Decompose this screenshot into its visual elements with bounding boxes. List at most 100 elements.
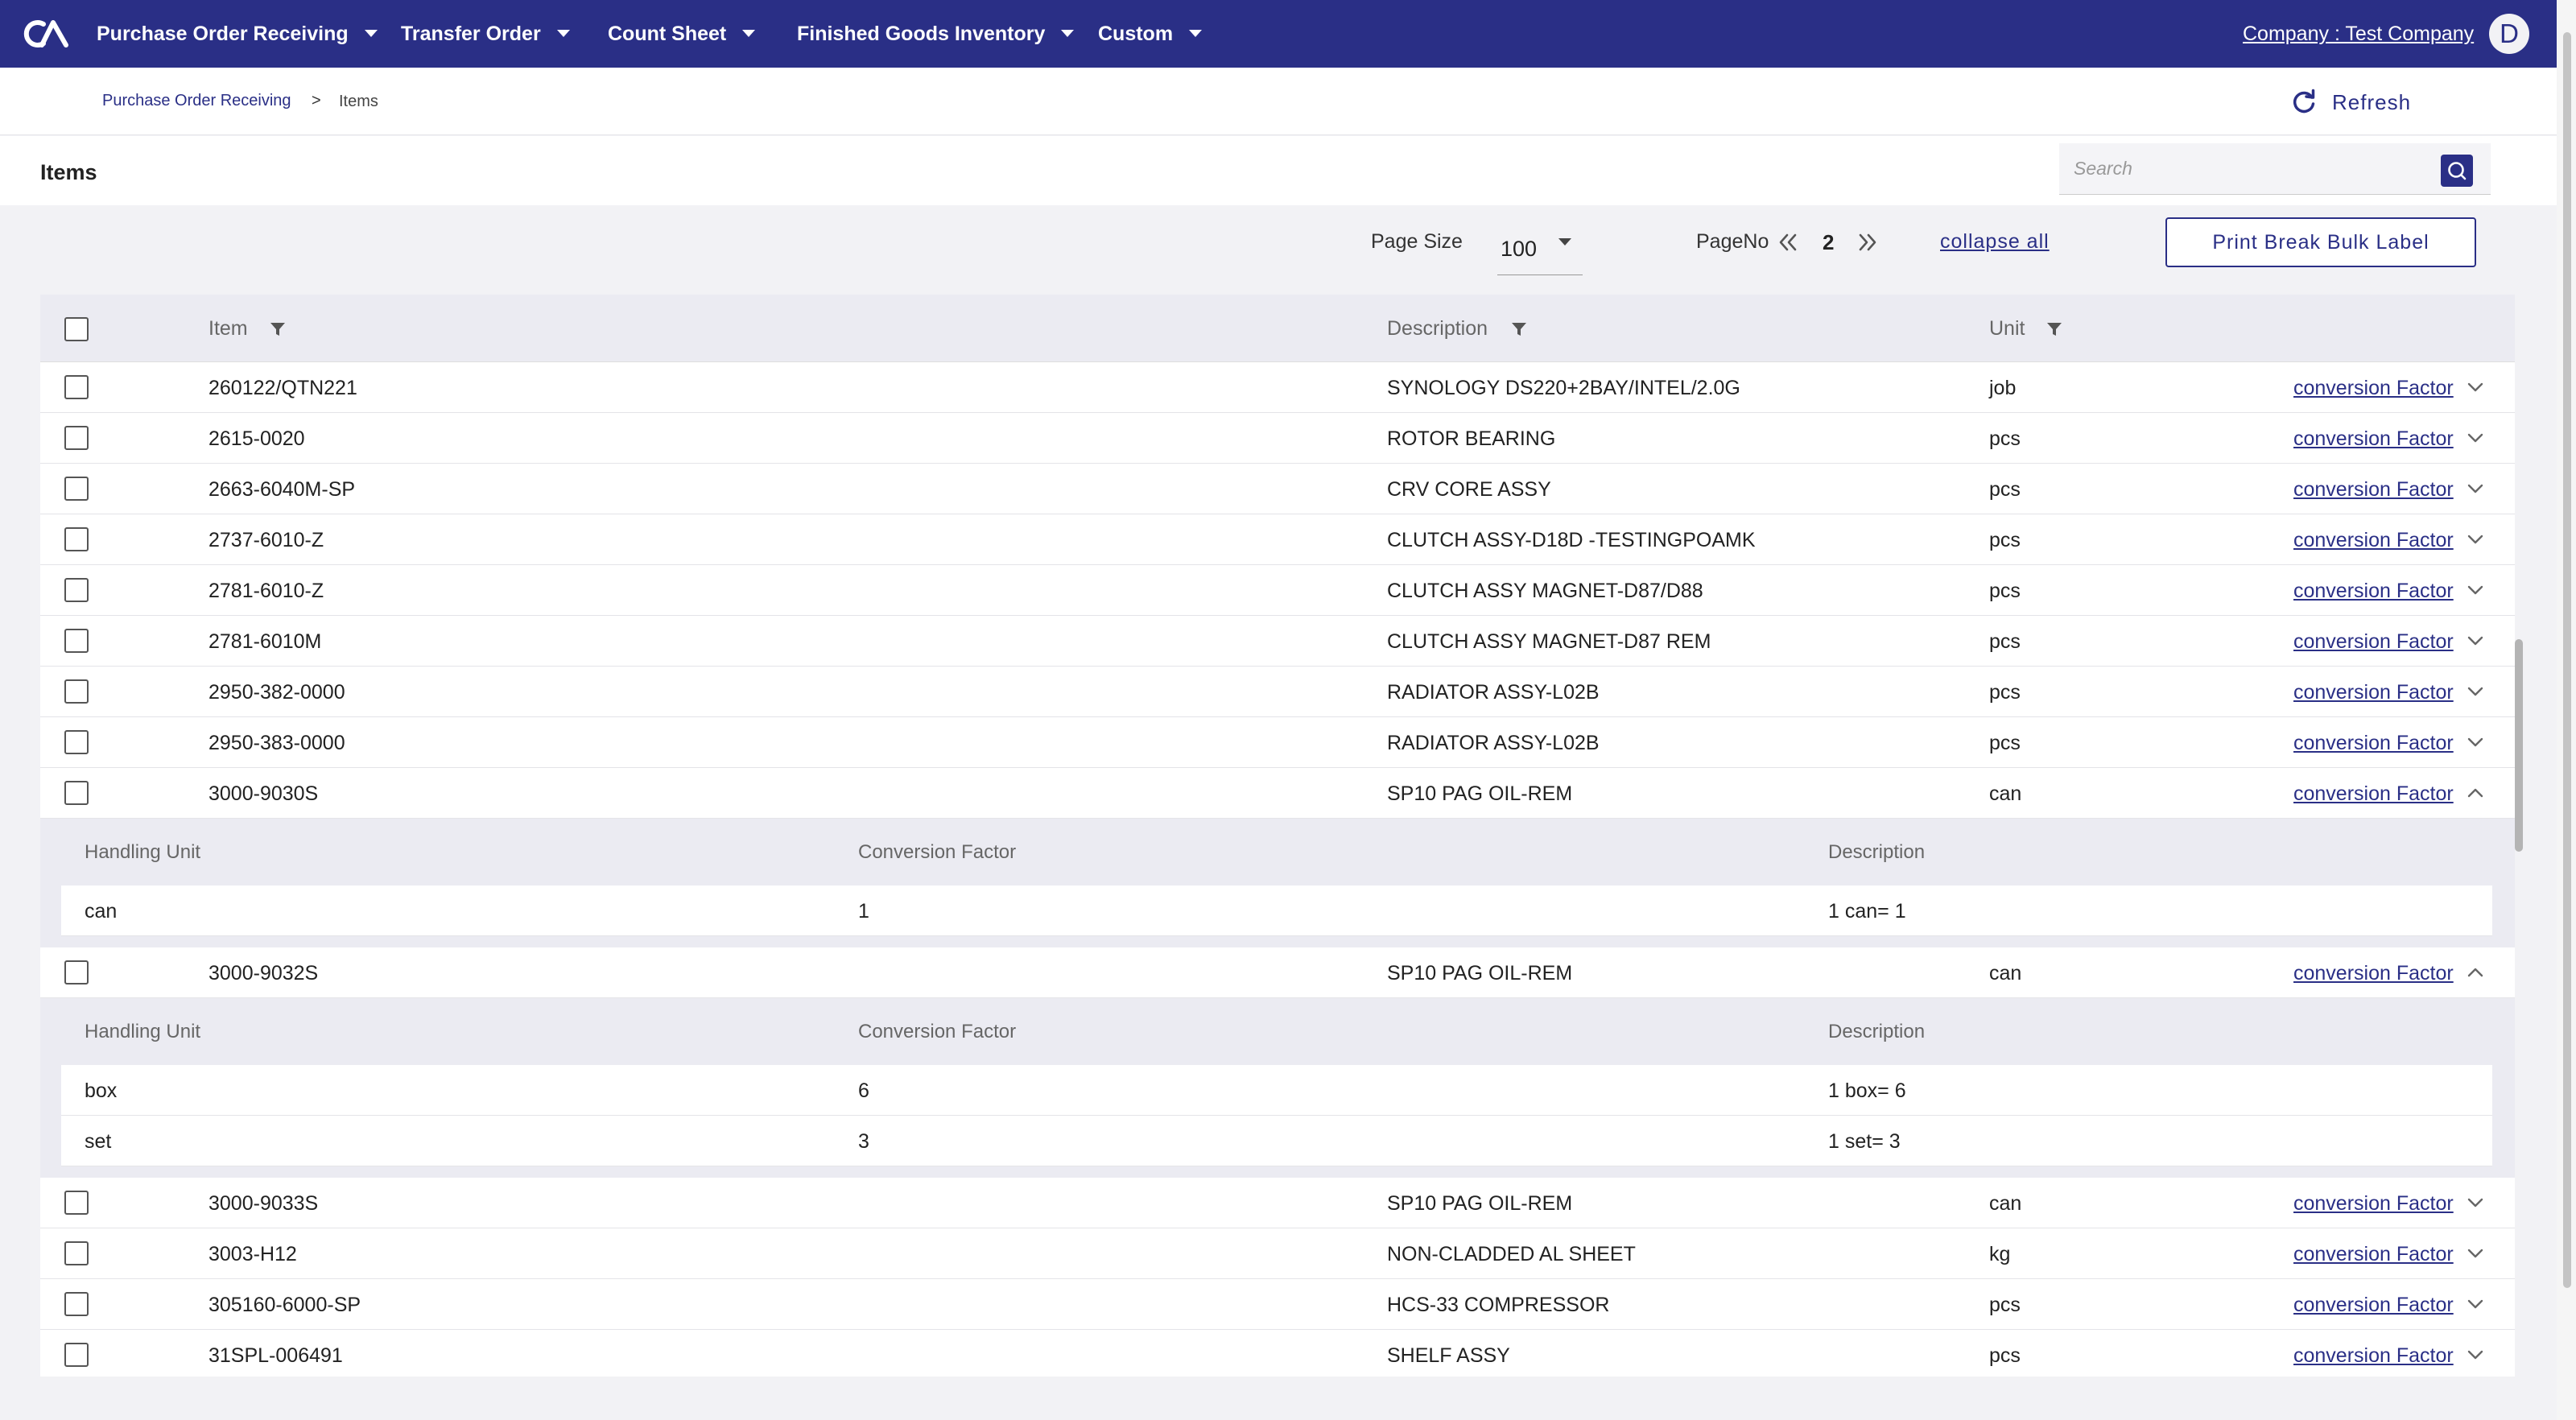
item-description: CRV CORE ASSY <box>1387 478 1551 501</box>
item-description: NON-CLADDED AL SHEET <box>1387 1243 1636 1265</box>
collapse-all-link[interactable]: collapse all <box>1940 230 2050 254</box>
chevron-down-icon <box>364 29 378 37</box>
row-checkbox[interactable] <box>64 629 89 653</box>
prev-page-icon[interactable] <box>1774 229 1802 256</box>
chevron-down-icon[interactable] <box>2465 1243 2486 1264</box>
breadcrumb-link[interactable]: Purchase Order Receiving <box>102 92 291 110</box>
sub-header-conversion-factor: Conversion Factor <box>858 1021 1017 1042</box>
nav-count-sheet[interactable]: Count Sheet <box>608 0 756 68</box>
row-checkbox[interactable] <box>64 1241 89 1265</box>
table-row: 2737-6010-Z CLUTCH ASSY-D18D -TESTINGPOAM… <box>40 514 2515 565</box>
row-checkbox[interactable] <box>64 477 89 501</box>
chevron-up-icon[interactable] <box>2465 962 2486 983</box>
conversion-description: 1 box= 6 <box>1828 1079 1906 1102</box>
conversion-factor-link[interactable]: conversion Factor <box>2293 962 2454 985</box>
chevron-down-icon[interactable] <box>2465 529 2486 550</box>
app-logo-icon[interactable] <box>23 18 69 50</box>
item-unit: can <box>1989 782 2022 805</box>
table-scrollbar-thumb[interactable] <box>2515 639 2523 852</box>
table-header: Item Description Unit <box>40 295 2515 362</box>
row-checkbox[interactable] <box>64 1343 89 1367</box>
chevron-down-icon[interactable] <box>2465 630 2486 651</box>
filter-icon[interactable] <box>1510 320 1528 338</box>
search-button[interactable] <box>2441 155 2473 187</box>
row-checkbox[interactable] <box>64 375 89 399</box>
row-checkbox[interactable] <box>64 527 89 551</box>
table-row: 2615-0020 ROTOR BEARING pcs conversion Fact… <box>40 413 2515 464</box>
conversion-factor-link[interactable]: conversion Factor <box>2293 732 2454 755</box>
chevron-down-icon[interactable] <box>2465 580 2486 601</box>
nav-finished-goods-inventory[interactable]: Finished Goods Inventory <box>797 0 1075 68</box>
row-checkbox[interactable] <box>64 781 89 805</box>
breadcrumb-current: Items <box>339 93 378 110</box>
row-checkbox[interactable] <box>64 1191 89 1215</box>
row-checkbox[interactable] <box>64 960 89 985</box>
next-page-icon[interactable] <box>1854 229 1881 256</box>
nav-transfer-order[interactable]: Transfer Order <box>401 0 570 68</box>
item-description: HCS-33 COMPRESSOR <box>1387 1294 1610 1316</box>
page-scrollbar-thumb[interactable] <box>2563 32 2571 1288</box>
row-checkbox[interactable] <box>64 679 89 704</box>
row-checkbox[interactable] <box>64 1292 89 1316</box>
sub-table-row: box 6 1 box= 6 <box>61 1065 2492 1116</box>
item-description: SP10 PAG OIL-REM <box>1387 962 1573 985</box>
page-no-label: PageNo <box>1696 230 1769 253</box>
conversion-factor-link[interactable]: conversion Factor <box>2293 478 2454 502</box>
handling-unit: box <box>85 1079 118 1102</box>
chevron-down-icon[interactable] <box>2465 1294 2486 1315</box>
item-description: ROTOR BEARING <box>1387 427 1556 450</box>
page-size-select[interactable]: 100 <box>1497 225 1583 275</box>
row-checkbox[interactable] <box>64 730 89 754</box>
table-row: 305160-6000-SP HCS-33 COMPRESSOR pcs conver… <box>40 1279 2515 1330</box>
select-all-checkbox[interactable] <box>64 317 89 341</box>
item-unit: kg <box>1989 1243 2011 1265</box>
chevron-down-icon[interactable] <box>2465 377 2486 398</box>
table-row: 3000-9033S SP10 PAG OIL-REM can conversion … <box>40 1178 2515 1228</box>
chevron-down-icon <box>742 29 756 37</box>
table-row: 3000-9032S SP10 PAG OIL-REM can conversion … <box>40 947 2515 998</box>
print-break-bulk-label-button[interactable]: Print Break Bulk Label <box>2165 217 2476 267</box>
item-unit: pcs <box>1989 681 2021 704</box>
conversion-description: 1 can= 1 <box>1828 900 1906 923</box>
filter-icon[interactable] <box>2046 320 2063 338</box>
nav-purchase-order-receiving[interactable]: Purchase Order Receiving <box>97 0 378 68</box>
page-size-label: Page Size <box>1371 230 1463 253</box>
conversion-factor-link[interactable]: conversion Factor <box>2293 529 2454 552</box>
conversion-factor-link[interactable]: conversion Factor <box>2293 1344 2454 1368</box>
nav-custom[interactable]: Custom <box>1098 0 1203 68</box>
item-unit: job <box>1989 377 2017 399</box>
chevron-down-icon[interactable] <box>2465 732 2486 753</box>
chevron-down-icon[interactable] <box>2465 681 2486 702</box>
chevron-down-icon[interactable] <box>2465 1192 2486 1213</box>
item-code: 31SPL-006491 <box>208 1344 343 1367</box>
handling-unit: can <box>85 900 118 923</box>
chevron-down-icon[interactable] <box>2465 427 2486 448</box>
company-link[interactable]: Company : Test Company <box>2243 0 2474 68</box>
chevron-down-icon[interactable] <box>2465 478 2486 499</box>
item-unit: pcs <box>1989 529 2021 551</box>
chevron-down-icon[interactable] <box>2465 1344 2486 1365</box>
sub-header-conversion-factor: Conversion Factor <box>858 841 1017 863</box>
item-code: 2663-6040M-SP <box>208 478 356 501</box>
row-checkbox[interactable] <box>64 578 89 602</box>
sub-table-row: can 1 1 can= 1 <box>61 885 2492 936</box>
conversion-factor-panel: Handling Unit Conversion Factor Descriptio… <box>40 819 2515 947</box>
item-unit: pcs <box>1989 1294 2021 1316</box>
conversion-factor-link[interactable]: conversion Factor <box>2293 580 2454 603</box>
chevron-up-icon[interactable] <box>2465 782 2486 803</box>
conversion-factor-link[interactable]: conversion Factor <box>2293 681 2454 704</box>
conversion-factor-link[interactable]: conversion Factor <box>2293 1294 2454 1317</box>
conversion-factor-link[interactable]: conversion Factor <box>2293 427 2454 451</box>
item-unit: can <box>1989 1192 2022 1215</box>
search-input[interactable] <box>2074 155 2428 182</box>
avatar[interactable]: D <box>2489 14 2529 54</box>
item-code: 2615-0020 <box>208 427 305 450</box>
conversion-factor-link[interactable]: conversion Factor <box>2293 782 2454 806</box>
conversion-factor-link[interactable]: conversion Factor <box>2293 377 2454 400</box>
row-checkbox[interactable] <box>64 426 89 450</box>
conversion-factor-link[interactable]: conversion Factor <box>2293 1192 2454 1216</box>
conversion-factor-link[interactable]: conversion Factor <box>2293 1243 2454 1266</box>
refresh-label: Refresh <box>2332 90 2412 114</box>
conversion-factor-link[interactable]: conversion Factor <box>2293 630 2454 654</box>
filter-icon[interactable] <box>269 320 287 338</box>
